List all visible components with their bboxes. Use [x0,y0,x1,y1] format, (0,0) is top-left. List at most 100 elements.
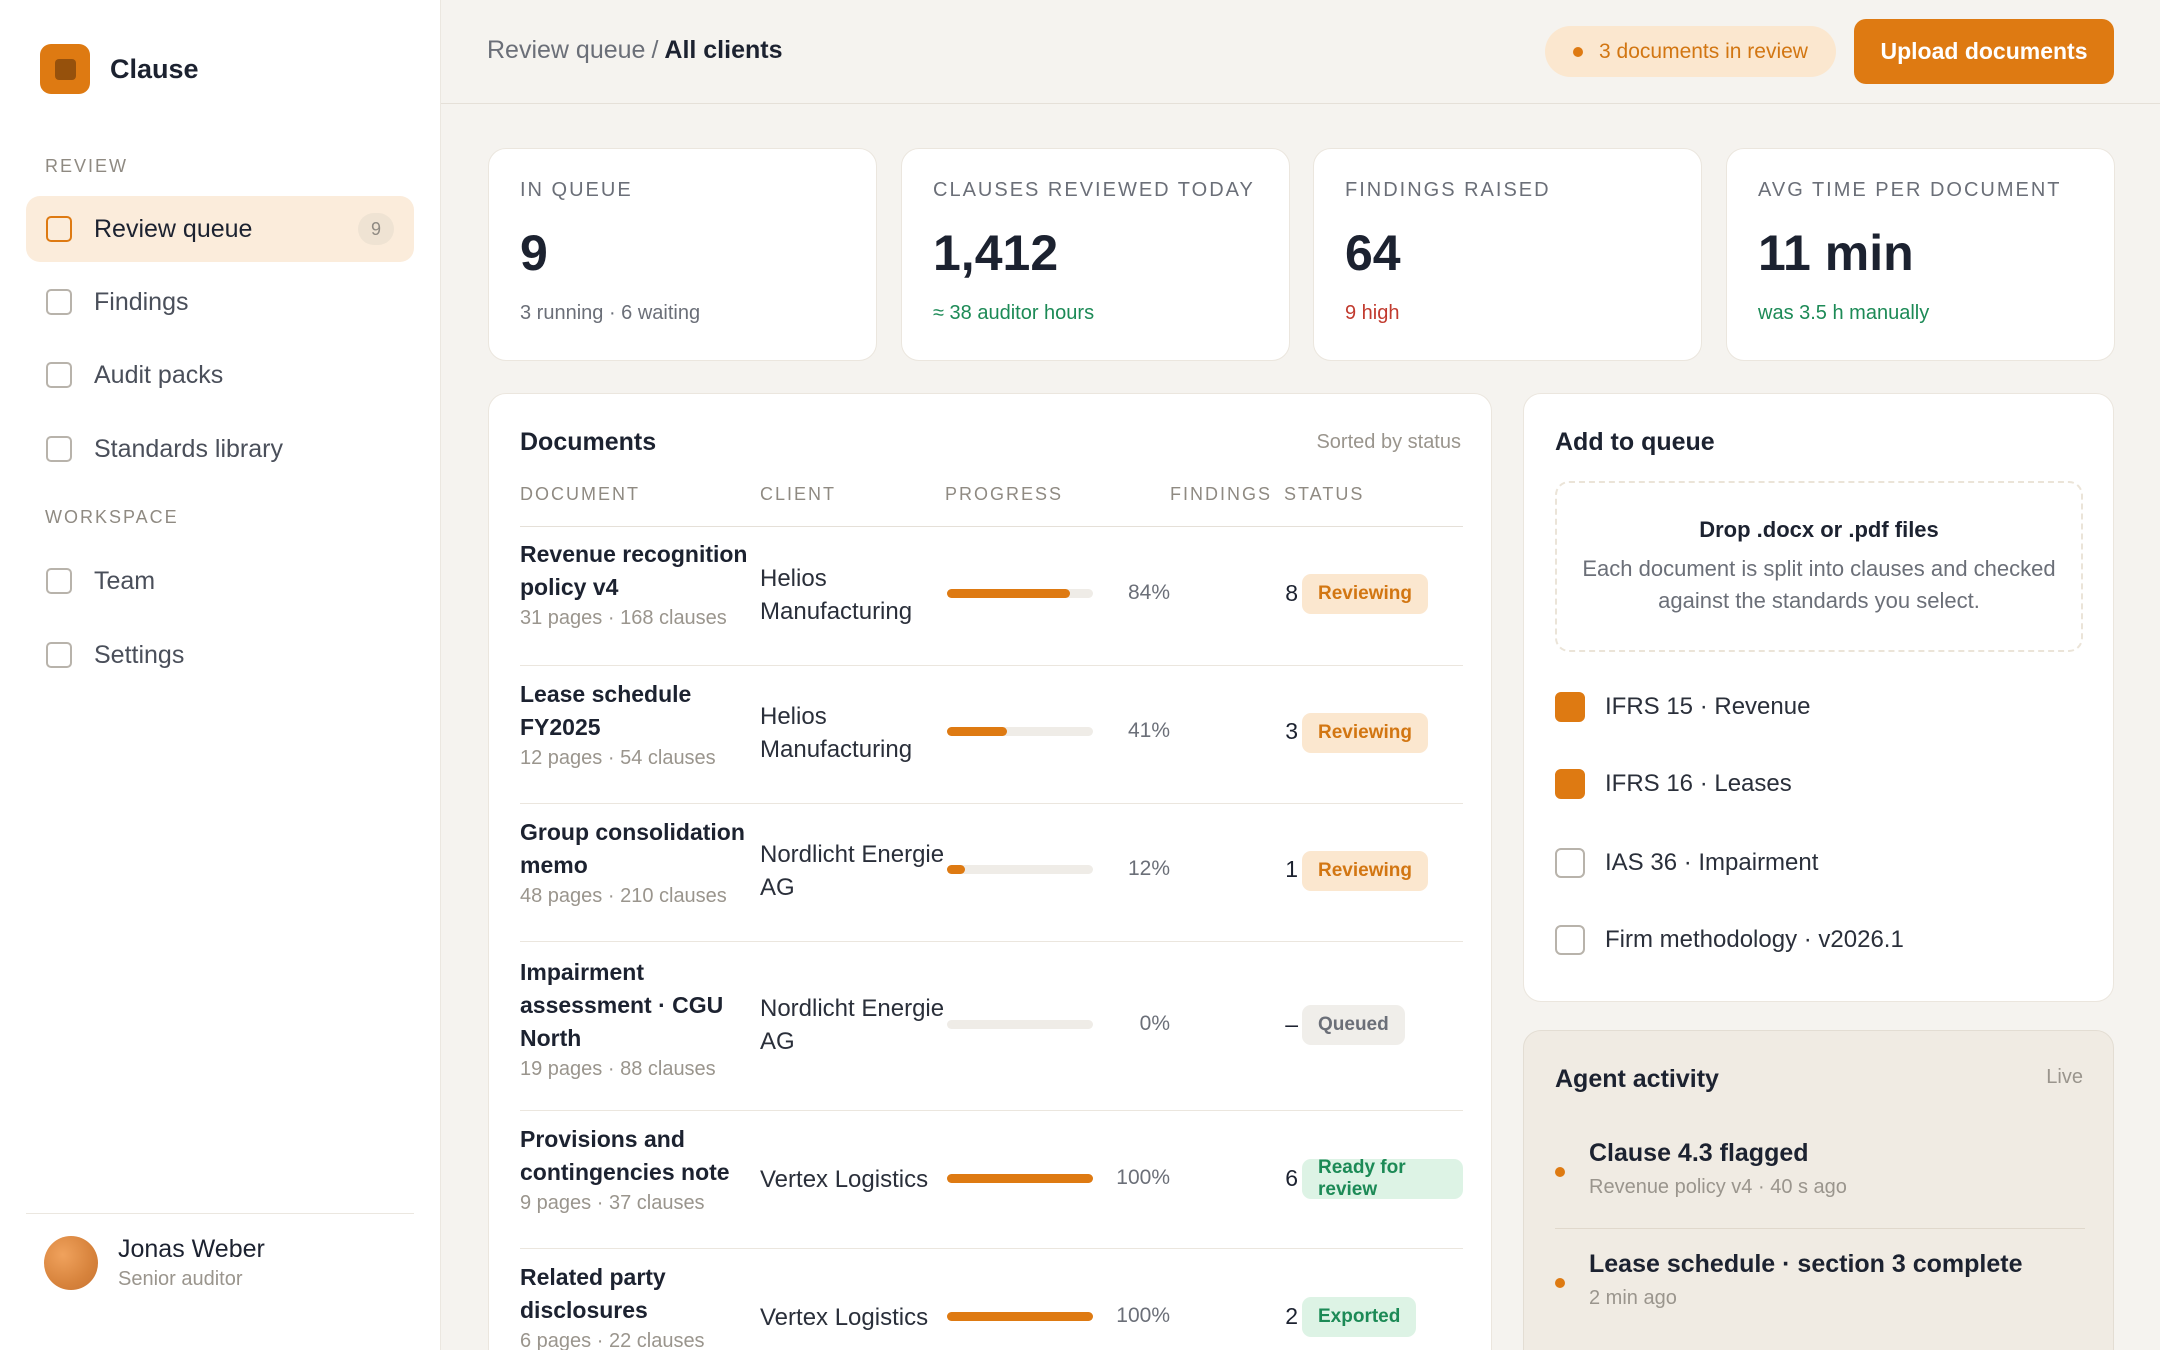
add-to-queue-card: Add to queue Drop .docx or .pdf files Ea… [1523,393,2114,1002]
standard-label: Firm methodology · v2026.1 [1605,926,1904,953]
progress-fill [947,727,1007,736]
progress-bar [947,865,1093,874]
progress-percent: 100% [1116,1166,1170,1189]
column-header-progress[interactable]: PROGRESS [945,484,1063,505]
table-row[interactable]: Lease schedule FY2025 12 pages · 54 claus… [520,666,1463,804]
client-name: Helios Manufacturing [760,565,913,625]
settings-icon [46,642,72,668]
documents-in-review-pill[interactable]: 3 documents in review [1545,26,1836,77]
document-meta: 9 pages · 37 clauses [520,1192,705,1214]
divider [26,1213,414,1214]
stat-label: FINDINGS RAISED [1345,179,1551,201]
table-row[interactable]: Related party disclosures 6 pages · 22 cl… [520,1249,1463,1350]
column-header-document[interactable]: DOCUMENT [520,484,640,505]
standard-label: IAS 36 · Impairment [1605,849,1819,876]
review-queue-count-badge: 9 [358,213,394,245]
breadcrumb-separator: / [651,36,659,64]
live-indicator: Live [2046,1066,2083,1088]
findings-count: 2 [1285,1303,1298,1329]
progress-fill [947,1312,1093,1321]
checkbox[interactable] [1555,769,1585,799]
document-name: Provisions and contingencies note 9 pages… [520,1123,765,1217]
stat-card-clauses-reviewed: CLAUSES REVIEWED TODAY 1,412 ≈ 38 audito… [901,148,1290,361]
sidebar-item-settings[interactable]: Settings [26,622,414,688]
clause-logo-icon [40,44,90,94]
team-icon [46,568,72,594]
add-to-queue-title: Add to queue [1555,428,1715,456]
table-row[interactable]: Group consolidation memo 48 pages · 210 c… [520,804,1463,942]
upload-documents-button[interactable]: Upload documents [1854,19,2114,84]
activity-meta: Revenue policy v4 · 40 s ago [1589,1176,1847,1198]
standard-option-ifrs16[interactable]: IFRS 16 · Leases [1555,769,1792,799]
brand[interactable]: Clause [40,44,199,94]
document-title: Related party disclosures [520,1264,666,1323]
document-name: Impairment assessment · CGU North 19 page… [520,956,765,1083]
sidebar: Clause REVIEW Review queue 9 Findings Au… [0,0,441,1350]
checkbox[interactable] [1555,925,1585,955]
progress-percent: 12% [1127,857,1170,880]
progress-percent: 100% [1116,1304,1170,1327]
sidebar-item-team[interactable]: Team [26,548,414,614]
user-profile[interactable]: Jonas Weber Senior auditor [44,1235,265,1291]
documents-title: Documents [520,428,657,456]
findings-count: – [1285,1011,1298,1037]
breadcrumb-current: All clients [664,36,783,64]
standard-option-ias36[interactable]: IAS 36 · Impairment [1555,848,1818,878]
activity-dot-icon [1555,1167,1565,1177]
document-title: Revenue recognition policy v4 [520,541,748,600]
status-badge: Exported [1302,1297,1417,1337]
sidebar-item-label: Settings [94,640,185,669]
stat-value: 11 min [1758,225,1914,281]
progress-percent: 84% [1127,581,1170,604]
drop-zone-title: Drop .docx or .pdf files [1699,517,1939,542]
document-meta: 6 pages · 22 clauses [520,1330,705,1350]
file-drop-zone[interactable]: Drop .docx or .pdf files Each document i… [1555,481,2083,652]
activity-item[interactable]: Clause 4.3 flagged Revenue policy v4 · 4… [1555,1139,2085,1199]
stat-subtext: was 3.5 h manually [1758,302,1930,324]
progress-bar [947,589,1093,598]
checkbox[interactable] [1555,692,1585,722]
top-bar: Review queue / All clients 3 documents in … [441,0,2160,104]
breadcrumb: Review queue / All clients [487,36,782,65]
sidebar-item-findings[interactable]: Findings [26,269,414,335]
sidebar-item-audit-packs[interactable]: Audit packs [26,342,414,408]
sidebar-item-label: Review queue [94,214,253,243]
activity-item[interactable]: Lease schedule · section 3 complete 2 mi… [1555,1250,2085,1310]
stat-subtext: 9 high [1345,302,1400,324]
status-badge: Reviewing [1302,713,1428,753]
progress-bar [947,1312,1093,1321]
agent-activity-title: Agent activity [1555,1065,1719,1093]
stat-value: 64 [1345,225,1401,281]
breadcrumb-parent[interactable]: Review queue [487,36,645,64]
standard-option-firm-methodology[interactable]: Firm methodology · v2026.1 [1555,925,1904,955]
progress-fill [947,865,965,874]
section-label-workspace: WORKSPACE [45,507,179,527]
document-name: Group consolidation memo 48 pages · 210 c… [520,816,765,910]
checkbox[interactable] [1555,848,1585,878]
table-row[interactable]: Impairment assessment · CGU North 19 page… [520,942,1463,1111]
standard-option-ifrs15[interactable]: IFRS 15 · Revenue [1555,692,1810,722]
client-name: Nordlicht Energie AG [760,841,945,901]
status-badge: Ready for review [1302,1157,1463,1200]
table-row[interactable]: Revenue recognition policy v4 31 pages · … [520,527,1463,666]
review-queue-icon [46,216,72,242]
document-title: Group consolidation memo [520,819,745,878]
column-header-status[interactable]: STATUS [1284,484,1364,505]
divider [1555,1228,2085,1229]
table-row[interactable]: Provisions and contingencies note 9 pages… [520,1111,1463,1249]
sidebar-item-review-queue[interactable]: Review queue 9 [26,196,414,262]
document-title: Lease schedule FY2025 [520,681,692,740]
section-label-review: REVIEW [45,156,129,176]
sidebar-item-standards-library[interactable]: Standards library [26,416,414,482]
column-header-findings[interactable]: FINDINGS [1170,484,1272,505]
document-meta: 19 pages · 88 clauses [520,1058,716,1080]
stat-label: IN QUEUE [520,179,633,201]
document-meta: 31 pages · 168 clauses [520,607,727,629]
findings-icon [46,289,72,315]
column-header-client[interactable]: CLIENT [760,484,836,505]
stat-label: AVG TIME PER DOCUMENT [1758,179,2062,201]
document-name: Lease schedule FY2025 12 pages · 54 claus… [520,678,765,772]
findings-count: 6 [1285,1165,1298,1191]
standard-label: IFRS 16 · Leases [1605,770,1792,797]
sort-indicator[interactable]: Sorted by status [1316,431,1461,454]
